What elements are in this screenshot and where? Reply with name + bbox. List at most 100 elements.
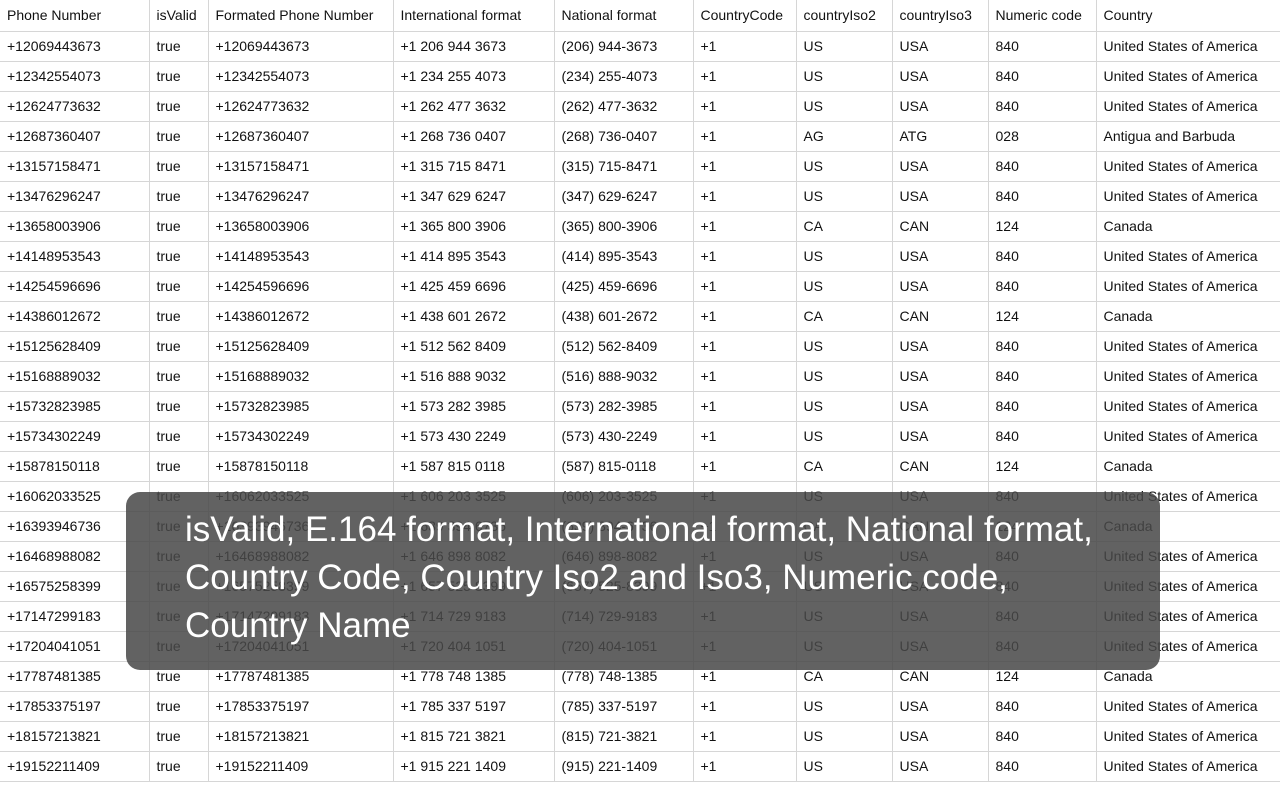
table-row[interactable]: +14254596696 true +14254596696 +1 425 459 6… [0, 271, 1280, 302]
table-cell[interactable]: (573) 282-3985 [554, 391, 694, 422]
table-cell[interactable]: USA [892, 271, 989, 302]
column-header[interactable]: Formated Phone Number [208, 0, 394, 32]
table-cell[interactable]: true [149, 301, 209, 332]
table-cell[interactable]: true [149, 151, 209, 182]
table-cell[interactable]: (262) 477-3632 [554, 91, 694, 122]
table-cell[interactable]: United States of America [1096, 181, 1280, 212]
table-cell[interactable]: Antigua and Barbuda [1096, 121, 1280, 152]
table-row[interactable]: +15125628409 true +15125628409 +1 512 562 8… [0, 331, 1280, 362]
table-cell[interactable]: United States of America [1096, 61, 1280, 92]
column-header[interactable]: countryIso3 [892, 0, 989, 32]
table-cell[interactable]: 840 [988, 271, 1097, 302]
table-cell[interactable]: 840 [988, 151, 1097, 182]
table-cell[interactable]: +15878150118 [208, 451, 394, 482]
table-cell[interactable]: Canada [1096, 211, 1280, 242]
table-cell[interactable]: United States of America [1096, 271, 1280, 302]
table-cell[interactable]: +15732823985 [0, 391, 150, 422]
table-cell[interactable]: US [796, 421, 893, 452]
table-cell[interactable]: CAN [892, 451, 989, 482]
table-cell[interactable]: 840 [988, 181, 1097, 212]
table-cell[interactable]: AG [796, 121, 893, 152]
table-cell[interactable]: United States of America [1096, 91, 1280, 122]
table-cell[interactable]: true [149, 421, 209, 452]
table-cell[interactable]: USA [892, 61, 989, 92]
table-cell[interactable]: +15168889032 [0, 361, 150, 392]
table-cell[interactable]: CAN [892, 301, 989, 332]
table-row[interactable]: +14386012672 true +14386012672 +1 438 601 2… [0, 301, 1280, 332]
table-cell[interactable]: (206) 944-3673 [554, 31, 694, 62]
table-cell[interactable]: USA [892, 751, 989, 782]
table-cell[interactable]: +13658003906 [208, 211, 394, 242]
table-cell[interactable]: +1 268 736 0407 [393, 121, 555, 152]
table-cell[interactable]: true [149, 31, 209, 62]
table-cell[interactable]: +1 [693, 421, 797, 452]
table-cell[interactable]: (365) 800-3906 [554, 211, 694, 242]
table-row[interactable]: +14148953543 true +14148953543 +1 414 895 3… [0, 241, 1280, 272]
table-cell[interactable]: +1 425 459 6696 [393, 271, 555, 302]
table-cell[interactable]: USA [892, 721, 989, 752]
table-cell[interactable]: +1 315 715 8471 [393, 151, 555, 182]
table-cell[interactable]: +15734302249 [208, 421, 394, 452]
table-cell[interactable]: US [796, 691, 893, 722]
table-cell[interactable]: +1 [693, 91, 797, 122]
table-cell[interactable]: +1 [693, 31, 797, 62]
table-cell[interactable]: +1 [693, 181, 797, 212]
table-cell[interactable]: +1 [693, 721, 797, 752]
table-cell[interactable]: +15125628409 [0, 331, 150, 362]
table-cell[interactable]: US [796, 271, 893, 302]
table-cell[interactable]: USA [892, 241, 989, 272]
table-cell[interactable]: +1 438 601 2672 [393, 301, 555, 332]
table-cell[interactable]: (234) 255-4073 [554, 61, 694, 92]
table-cell[interactable]: +1 [693, 331, 797, 362]
table-cell[interactable]: USA [892, 331, 989, 362]
table-row[interactable]: +13476296247 true +13476296247 +1 347 629 6… [0, 181, 1280, 212]
table-cell[interactable]: Canada [1096, 451, 1280, 482]
table-cell[interactable]: true [149, 691, 209, 722]
table-cell[interactable]: (785) 337-5197 [554, 691, 694, 722]
table-cell[interactable]: true [149, 241, 209, 272]
table-cell[interactable]: +12342554073 [0, 61, 150, 92]
table-cell[interactable]: +1 587 815 0118 [393, 451, 555, 482]
table-cell[interactable]: CA [796, 211, 893, 242]
table-cell[interactable]: +14254596696 [0, 271, 150, 302]
table-cell[interactable]: true [149, 121, 209, 152]
table-cell[interactable]: United States of America [1096, 241, 1280, 272]
table-cell[interactable]: USA [892, 181, 989, 212]
table-cell[interactable]: true [149, 211, 209, 242]
column-header[interactable]: Numeric code [988, 0, 1097, 32]
table-cell[interactable]: true [149, 451, 209, 482]
table-cell[interactable]: +1 [693, 691, 797, 722]
table-cell[interactable]: +14386012672 [0, 301, 150, 332]
table-cell[interactable]: US [796, 721, 893, 752]
table-cell[interactable]: +12624773632 [0, 91, 150, 122]
table-cell[interactable]: +17853375197 [0, 691, 150, 722]
table-cell[interactable]: 840 [988, 61, 1097, 92]
table-row[interactable]: +15878150118 true +15878150118 +1 587 815 0… [0, 451, 1280, 482]
table-cell[interactable]: 028 [988, 121, 1097, 152]
table-cell[interactable]: +12069443673 [0, 31, 150, 62]
table-cell[interactable]: +15878150118 [0, 451, 150, 482]
table-cell[interactable]: (573) 430-2249 [554, 421, 694, 452]
table-cell[interactable]: +12687360407 [0, 121, 150, 152]
table-row[interactable]: +13157158471 true +13157158471 +1 315 715 8… [0, 151, 1280, 182]
table-cell[interactable]: (512) 562-8409 [554, 331, 694, 362]
table-cell[interactable]: CA [796, 451, 893, 482]
table-cell[interactable]: 840 [988, 361, 1097, 392]
table-cell[interactable]: US [796, 391, 893, 422]
column-header[interactable]: isValid [149, 0, 209, 32]
table-cell[interactable]: +1 [693, 751, 797, 782]
table-cell[interactable]: +1 [693, 361, 797, 392]
column-header[interactable]: countryIso2 [796, 0, 893, 32]
table-cell[interactable]: USA [892, 691, 989, 722]
table-cell[interactable]: United States of America [1096, 361, 1280, 392]
column-header[interactable]: National format [554, 0, 694, 32]
table-cell[interactable]: true [149, 181, 209, 212]
table-cell[interactable]: +1 815 721 3821 [393, 721, 555, 752]
table-cell[interactable]: (815) 721-3821 [554, 721, 694, 752]
table-row[interactable]: +12069443673 true +12069443673 +1 206 944 3… [0, 31, 1280, 62]
table-cell[interactable]: +13476296247 [208, 181, 394, 212]
table-cell[interactable]: true [149, 271, 209, 302]
table-cell[interactable]: +14386012672 [208, 301, 394, 332]
table-cell[interactable]: +13157158471 [208, 151, 394, 182]
table-cell[interactable]: +15734302249 [0, 421, 150, 452]
